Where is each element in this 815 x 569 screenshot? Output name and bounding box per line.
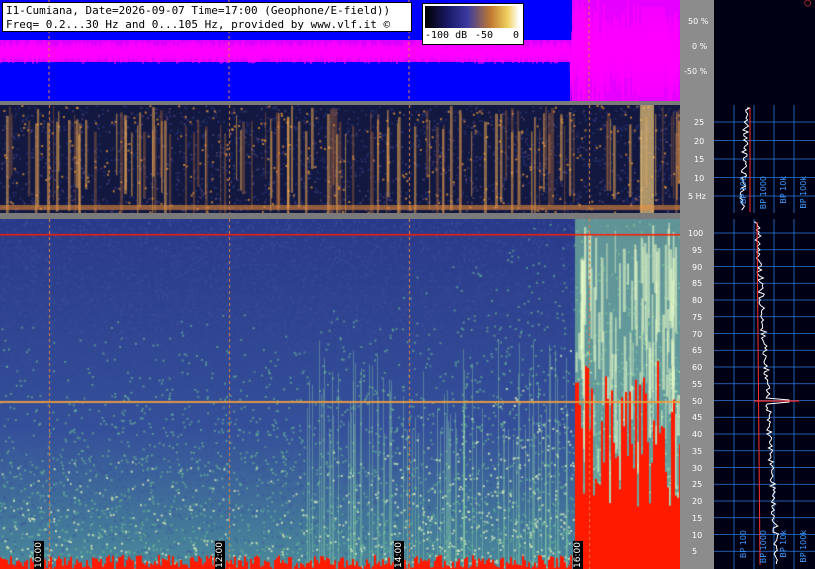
wave-axis-label: 50 % bbox=[688, 17, 709, 26]
legend-mid-label: -50 bbox=[475, 30, 494, 41]
bp-label-top: BP 1000 bbox=[759, 176, 768, 210]
high-frequency-tick-label: 70 bbox=[692, 329, 703, 339]
frequency-axis-column: 50 % 0 % -50 % 25 20 15 10 5 Hz 100 95 90 85 80 7… bbox=[680, 0, 714, 569]
bp-label-top: BP 100 bbox=[739, 176, 748, 205]
color-scale-bar bbox=[425, 6, 519, 28]
high-frequency-tick-label: 60 bbox=[692, 363, 703, 372]
color-scale-legend: -100 dB -50 0 bbox=[422, 3, 524, 45]
low-frequency-tick-label: 10 bbox=[694, 173, 705, 183]
legend-max-label: 0 bbox=[513, 30, 520, 41]
high-frequency-tick-label: 5 bbox=[692, 547, 698, 557]
high-frequency-tick-label: 95 bbox=[692, 245, 703, 255]
high-frequency-tick-label: 35 bbox=[692, 446, 703, 456]
bp-label-bottom: BP 100 bbox=[739, 530, 748, 559]
high-frequency-tick-label: 25 bbox=[692, 480, 703, 490]
bp-label-bottom: BP 10k bbox=[779, 530, 788, 558]
bp-label-bottom: BP 1000 bbox=[759, 530, 768, 564]
high-frequency-spectrogram: 10:00 12:00 14:00 16:00 bbox=[0, 219, 680, 569]
high-frequency-tick-label: 85 bbox=[692, 279, 703, 289]
high-frequency-tick-label: 10 bbox=[692, 530, 703, 540]
high-frequency-tick-label: 20 bbox=[692, 497, 703, 506]
high-frequency-tick-label: 80 bbox=[692, 296, 703, 305]
high-frequency-reference-trace bbox=[756, 221, 761, 566]
time-label-12: 12:00 bbox=[215, 541, 225, 569]
bp-label-top: BP 100k bbox=[799, 176, 808, 209]
high-frequency-tick-label: 90 bbox=[692, 262, 703, 272]
high-frequency-tick-label: 45 bbox=[692, 413, 703, 423]
average-spectrum-plot bbox=[714, 105, 815, 569]
wave-axis-label: -50 % bbox=[684, 67, 708, 76]
low-frequency-tick-label: 5 Hz bbox=[688, 192, 706, 201]
high-frequency-tick-label: 75 bbox=[692, 312, 703, 322]
title-box: I1-Cumiana, Date=2026-09-07 Time=17:00 (… bbox=[2, 2, 412, 32]
high-frequency-tick-label: 30 bbox=[692, 463, 703, 473]
bp-label-top: BP 10k bbox=[779, 176, 788, 204]
high-frequency-tick-label: 15 bbox=[692, 513, 703, 523]
bp-label-bottom: BP 100k bbox=[799, 530, 808, 563]
waveform-panel: I1-Cumiana, Date=2026-09-07 Time=17:00 (… bbox=[0, 0, 680, 101]
low-frequency-spectrogram bbox=[0, 105, 680, 213]
high-frequency-tick-label: 40 bbox=[692, 430, 703, 439]
low-frequency-spectrogram-canvas bbox=[0, 105, 680, 213]
low-frequency-tick-label: 15 bbox=[694, 155, 705, 164]
high-frequency-tick-label: 50 bbox=[692, 396, 703, 406]
high-frequency-tick-label: 100 bbox=[688, 229, 704, 238]
corner-marker-icon: ○ bbox=[804, 0, 811, 9]
low-frequency-tick-label: 25 bbox=[694, 118, 705, 127]
high-frequency-tick-label: 55 bbox=[692, 379, 703, 389]
time-label-10: 10:00 bbox=[34, 541, 44, 569]
time-label-14: 14:00 bbox=[394, 541, 404, 569]
title-line-2: Freq= 0.2...30 Hz and 0...105 Hz, provid… bbox=[6, 18, 391, 31]
title-line-1: I1-Cumiana, Date=2026-09-07 Time=17:00 (… bbox=[6, 4, 391, 17]
high-frequency-tick-label: 65 bbox=[692, 346, 703, 356]
legend-min-label: -100 dB bbox=[425, 30, 468, 41]
time-label-16: 16:00 bbox=[573, 541, 583, 569]
high-frequency-spectrogram-canvas bbox=[0, 219, 680, 569]
geophone-spectrogram-view: I1-Cumiana, Date=2026-09-07 Time=17:00 (… bbox=[0, 0, 815, 569]
low-frequency-tick-label: 20 bbox=[694, 136, 705, 146]
wave-axis-label: 0 % bbox=[692, 42, 708, 51]
average-spectrum-panel: ○ BP 100 BP 1000 BP 10k BP 100k BP 100 B… bbox=[714, 0, 815, 569]
